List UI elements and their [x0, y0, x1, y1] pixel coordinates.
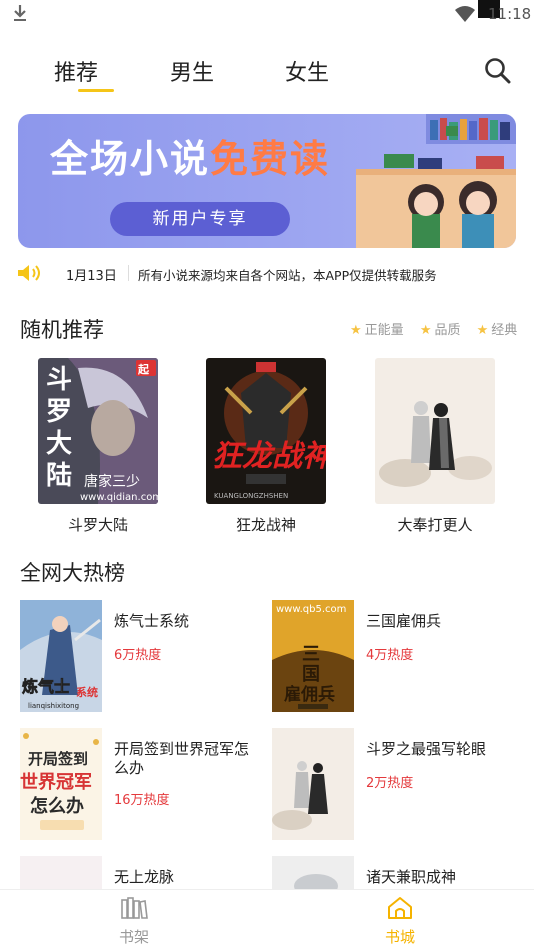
tab-female[interactable]: 女生 [285, 55, 329, 87]
cover-title-line2: 世界冠军 [20, 772, 92, 793]
book-heat: 16万热度 [114, 793, 170, 808]
category-tabs: 推荐 男生 女生 [0, 55, 534, 95]
book-title: 炼气士系统 [114, 612, 190, 630]
new-user-button[interactable]: 新用户专享 [110, 202, 290, 236]
book-title: 开局签到世界冠军怎么办 [114, 740, 250, 777]
book-cover: 起 斗 罗 大 陆 唐家三少 www.qidian.com [38, 358, 158, 504]
book-title: 三国雇佣兵 [366, 612, 442, 630]
hot-book-item[interactable]: 炼气士 系统 lianqishixitong 炼气士系统 6万热度 [20, 600, 270, 712]
tab-male[interactable]: 男生 [170, 55, 214, 87]
book-cover: 开局签到 世界冠军 怎么办 [20, 728, 102, 840]
download-icon [14, 5, 26, 21]
nav-bookstore[interactable]: 书城 [370, 896, 430, 947]
star-icon: ★ [350, 323, 362, 338]
book-cover: 狂龙战神 KUANGLONGZHSHEN [206, 358, 326, 504]
star-icon: ★ [476, 323, 489, 338]
nav-bookshelf[interactable]: 书架 [104, 896, 164, 947]
wifi-icon [455, 6, 475, 22]
search-icon[interactable] [484, 57, 512, 85]
star-icon: ★ [419, 323, 432, 338]
book-title: 诸天兼职成神 [366, 868, 457, 886]
book-title: 狂龙战神 [235, 516, 296, 534]
promo-banner[interactable]: 全场小说免费读 新用户专享 [18, 114, 516, 248]
nav-bookstore-label: 书城 [384, 928, 415, 946]
cover-url: www.qidian.com [80, 492, 158, 503]
book-heat: 4万热度 [366, 648, 414, 663]
book-title: 斗罗之最强写轮眼 [366, 740, 487, 758]
notice-message: 所有小说来源均来自各个网站，本APP仅提供转载服务 [138, 268, 437, 283]
cover-author: 唐家三少 [84, 473, 140, 490]
banner-illustration [356, 114, 516, 248]
book-cover [375, 358, 495, 504]
cover-title-line3: 怎么办 [30, 795, 84, 817]
notice-date: 1月13日 [66, 269, 117, 284]
cover-title-line1: 开局签到 [28, 750, 88, 768]
book-cover: www.qb5.com 三 国 雇佣兵 [272, 600, 354, 712]
cover-title-char: 斗 [46, 365, 72, 395]
announcement-bar: 1月13日 所有小说来源均来自各个网站，本APP仅提供转载服务 [16, 262, 516, 284]
tag-quality[interactable]: ★ 品质 [420, 323, 467, 338]
book-card[interactable]: 狂龙战神 KUANGLONGZHSHEN 狂龙战神 [206, 358, 326, 535]
divider [128, 265, 129, 281]
book-cover: 炼气士 系统 lianqishixitong [20, 600, 102, 712]
tab-recommend[interactable]: 推荐 [54, 55, 115, 92]
tag-classic[interactable]: ★ 经典 [477, 323, 524, 338]
svg-text:罗: 罗 [46, 397, 72, 427]
book-heat: 6万热度 [114, 648, 162, 663]
home-icon [388, 897, 412, 919]
cover-url: www.qb5.com [276, 604, 346, 615]
hot-book-item[interactable]: 开局签到 世界冠军 怎么办 开局签到世界冠军怎么办 16万热度 [20, 728, 270, 840]
cover-pinyin: lianqishixitong [28, 702, 79, 710]
cover-subtitle: KUANGLONGZHSHEN [214, 492, 288, 500]
hot-section-title: 全网大热榜 [20, 561, 125, 585]
banner-title: 全场小说免费读 [50, 137, 331, 181]
svg-text:大: 大 [46, 429, 72, 459]
svg-text:国: 国 [302, 664, 320, 685]
svg-text:起: 起 [137, 362, 150, 376]
status-time: 11:18 [488, 5, 532, 23]
tag-filters: ★ 正能量 ★ 品质 ★ 经典 [350, 319, 529, 338]
speaker-icon [18, 265, 40, 281]
hot-book-item[interactable]: 斗罗之最强写轮眼 2万热度 [272, 728, 522, 840]
nav-bookshelf-label: 书架 [118, 928, 149, 946]
bottom-nav: 书架 书城 [0, 889, 534, 949]
book-card[interactable]: 起 斗 罗 大 陆 唐家三少 www.qidian.com 斗罗大陆 [38, 358, 158, 535]
cover-title: 狂龙战神 [212, 439, 326, 474]
book-title: 斗罗大陆 [67, 516, 128, 534]
status-bar: 11:18 [0, 0, 534, 30]
cover-badge: 系统 [76, 685, 98, 699]
bookshelf-icon [121, 897, 148, 919]
svg-text:三: 三 [302, 644, 320, 665]
book-heat: 2万热度 [366, 776, 414, 791]
book-title: 大奉打更人 [397, 516, 473, 534]
book-card[interactable]: 大奉打更人 [375, 358, 495, 535]
svg-text:雇佣兵: 雇佣兵 [284, 684, 335, 705]
book-cover [272, 728, 354, 840]
random-section-title: 随机推荐 [20, 318, 104, 342]
cover-title: 炼气士 [22, 677, 70, 696]
hot-book-item[interactable]: www.qb5.com 三 国 雇佣兵 三国雇佣兵 4万热度 [272, 600, 522, 712]
tag-positive[interactable]: ★ 正能量 [350, 323, 410, 338]
book-title: 无上龙脉 [114, 868, 175, 886]
svg-text:陆: 陆 [46, 460, 72, 491]
